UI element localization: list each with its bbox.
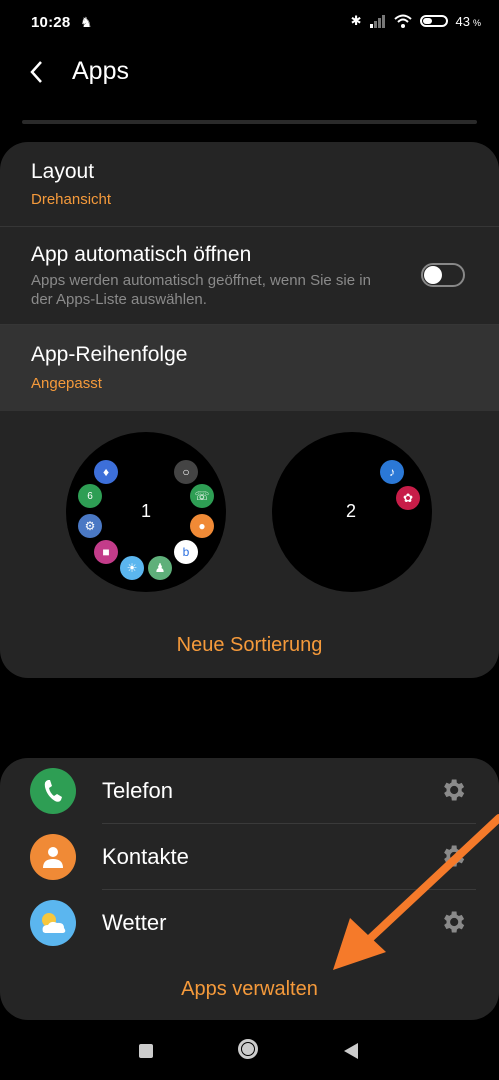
app-order-row[interactable]: App-Reihenfolge Angepasst xyxy=(0,325,499,411)
layout-value: Drehansicht xyxy=(31,191,112,208)
weather-icon xyxy=(30,900,76,946)
gear-icon[interactable] xyxy=(439,776,467,804)
calendar-icon: 6 xyxy=(78,484,102,508)
bixby-icon: b xyxy=(174,540,198,564)
signal-icon xyxy=(369,15,385,28)
reorder-button[interactable]: Neue Sortierung xyxy=(0,634,499,657)
wifi-icon xyxy=(393,14,412,28)
page-number: 1 xyxy=(141,501,152,521)
app-list-card: Telefon Kontakte Wetter Apps verwalten xyxy=(0,758,499,1020)
bluetooth-icon: ✱ xyxy=(350,13,362,28)
notification-icon: ♞ xyxy=(80,14,93,30)
app-row-kontakte[interactable]: Kontakte xyxy=(0,824,499,890)
manage-apps-button[interactable]: Apps verwalten xyxy=(0,978,499,1001)
scroll-edge xyxy=(22,120,477,124)
status-time: 10:28 xyxy=(31,14,71,31)
status-bar: 10:28 ♞ ✱ 43% xyxy=(0,0,499,46)
gear-icon[interactable] xyxy=(439,842,467,870)
settings-icon: ⚙ xyxy=(78,514,102,538)
chevron-left-icon xyxy=(30,61,42,83)
gear-icon[interactable] xyxy=(439,908,467,936)
app-row-wetter[interactable]: Wetter xyxy=(0,890,499,956)
music-icon: ♪ xyxy=(380,460,404,484)
status-icons: ✱ 43% xyxy=(351,13,481,29)
app-order-title: App-Reihenfolge xyxy=(31,343,188,366)
contact-icon xyxy=(30,834,76,880)
settings-card: Layout Drehansicht App automatisch öffne… xyxy=(0,142,499,678)
auto-open-description: Apps werden automatisch geöffnet, wenn S… xyxy=(31,272,371,308)
back-button[interactable] xyxy=(28,54,54,90)
home-dot xyxy=(242,1043,254,1055)
layout-title: Layout xyxy=(31,160,95,183)
app-name: Kontakte xyxy=(102,844,189,869)
system-nav-bar xyxy=(0,1024,499,1080)
back-nav-button[interactable] xyxy=(344,1043,358,1059)
battery-percent: 43% xyxy=(455,13,481,29)
gallery-icon: ○ xyxy=(174,460,198,484)
recent-apps-button[interactable] xyxy=(139,1044,153,1058)
layout-row[interactable]: Layout Drehansicht xyxy=(0,142,499,226)
page-number: 2 xyxy=(346,501,357,521)
watch-page-1[interactable]: 1 ♦ 6 ⚙ ■ ☀ ♟ b ● ☏ ○ xyxy=(66,432,226,592)
app-header: Apps xyxy=(0,46,499,106)
app-name: Wetter xyxy=(102,910,167,935)
battery-icon xyxy=(419,15,448,27)
flower-icon: ✿ xyxy=(396,486,420,510)
watch-page-2[interactable]: 2 ♪ ✿ xyxy=(272,432,432,592)
weather-icon: ☀ xyxy=(120,556,144,580)
auto-open-toggle[interactable] xyxy=(421,263,465,287)
page-title: Apps xyxy=(72,57,129,85)
phone-icon xyxy=(30,768,76,814)
toggle-knob xyxy=(424,266,442,284)
contact-icon: ● xyxy=(190,514,214,538)
bell-icon: ♦ xyxy=(94,460,118,484)
health-icon: ♟ xyxy=(148,556,172,580)
auto-open-title: App automatisch öffnen xyxy=(31,243,252,266)
app-row-telefon[interactable]: Telefon xyxy=(0,758,499,824)
store-icon: ■ xyxy=(94,540,118,564)
auto-open-row[interactable]: App automatisch öffnen Apps werden autom… xyxy=(0,227,499,324)
app-name: Telefon xyxy=(102,778,173,803)
app-order-value: Angepasst xyxy=(31,375,102,392)
phone-icon: ☏ xyxy=(190,484,214,508)
